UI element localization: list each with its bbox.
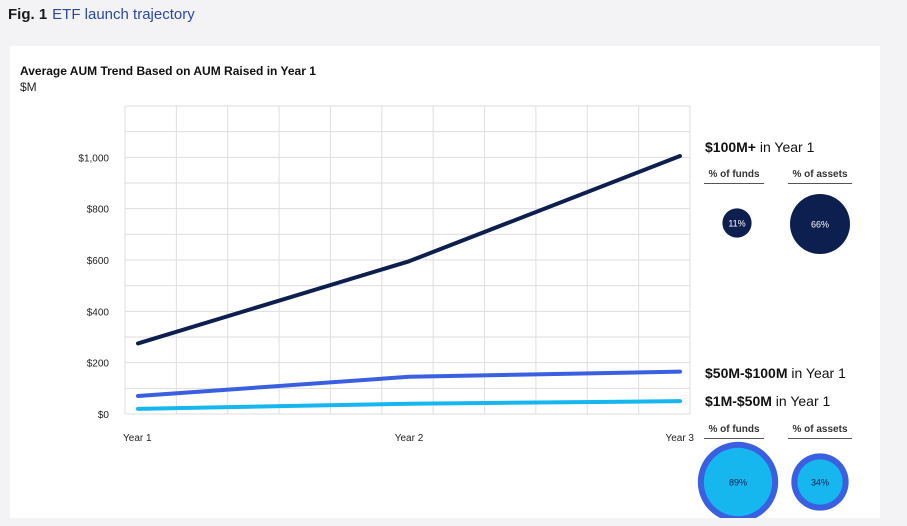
series-line-small xyxy=(136,399,682,411)
label-large-group: $100M+ in Year 1 xyxy=(705,139,814,155)
label-small-rest: in Year 1 xyxy=(771,393,831,409)
x-tick-label: Year 3 xyxy=(665,433,694,444)
label-small-bold: $1M-$50M xyxy=(705,393,772,409)
y-tick-label: $1,000 xyxy=(78,153,109,164)
x-tick-label: Year 1 xyxy=(123,433,152,444)
bottom-funds-header: % of funds xyxy=(704,424,764,439)
top-assets-header: % of assets xyxy=(788,169,852,184)
y-axis-ticks: $0 $200 $400 $600 $800 $1,000 xyxy=(78,153,109,421)
bubble-bottom-funds-label: 89% xyxy=(729,478,747,488)
figure-number: Fig. 1 xyxy=(8,6,48,23)
y-tick-label: $200 xyxy=(87,359,110,370)
label-mid-bold: $50M-$100M xyxy=(705,365,788,381)
chart-series-lines xyxy=(136,154,682,411)
label-large-bold: $100M+ xyxy=(705,139,756,155)
top-funds-header: % of funds xyxy=(704,169,764,184)
figure-header: Fig. 1 ETF launch trajectory xyxy=(8,6,195,23)
label-small-group: $1M-$50M in Year 1 xyxy=(705,393,830,409)
y-tick-label: $0 xyxy=(98,410,110,421)
share-bubbles: 11% 66% 89% 34% xyxy=(697,194,850,518)
bubble-bottom-assets-label: 34% xyxy=(811,478,829,488)
bottom-assets-header: % of assets xyxy=(788,424,852,439)
label-mid-rest: in Year 1 xyxy=(787,365,846,381)
series-line-large xyxy=(136,154,682,346)
chart-card: Average AUM Trend Based on AUM Raised in… xyxy=(10,46,880,518)
y-tick-label: $800 xyxy=(87,205,110,216)
label-large-rest: in Year 1 xyxy=(755,139,815,155)
x-tick-label: Year 2 xyxy=(395,433,424,444)
figure-caption: ETF launch trajectory xyxy=(52,6,195,23)
bubble-top-assets-label: 66% xyxy=(811,220,829,230)
label-mid-group: $50M-$100M in Year 1 xyxy=(705,365,846,381)
x-axis-ticks: Year 1 Year 2 Year 3 xyxy=(123,433,694,444)
y-tick-label: $400 xyxy=(87,307,110,318)
series-line-mid xyxy=(136,369,682,399)
bubble-top-funds-label: 11% xyxy=(728,219,745,229)
y-tick-label: $600 xyxy=(87,256,110,267)
line-chart: $0$200$400$600$800$1,000 Year 1 Year 2 Yea… xyxy=(78,105,850,518)
